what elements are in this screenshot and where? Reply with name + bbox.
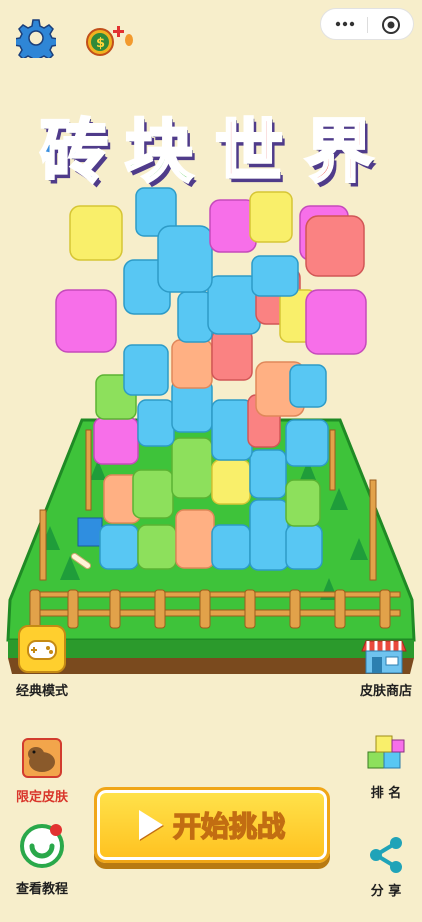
gear-icon (13, 19, 59, 65)
game-scene (6, 187, 416, 674)
coin-bonus-button[interactable]: $ (86, 24, 138, 58)
share-icon (370, 837, 402, 873)
close-circle-icon[interactable] (381, 15, 401, 35)
settings-button[interactable] (13, 18, 59, 65)
play-icon (138, 810, 163, 840)
classic-mode-label: 经典模式 (15, 684, 68, 699)
tutorial-label: 查看教程 (15, 882, 68, 897)
rank-blocks-icon (367, 735, 405, 769)
mini-program-capsule (320, 8, 414, 40)
capybara-icon (22, 738, 62, 778)
gamepad-icon (18, 625, 66, 673)
tutorial-icon (20, 824, 64, 868)
share-button[interactable] (366, 835, 406, 875)
rank-label: 排 名 (370, 786, 402, 801)
skin-shop-button[interactable] (360, 633, 408, 677)
start-challenge-label: 开始挑战 (172, 809, 286, 844)
limited-skin-label: 限定皮肤 (15, 790, 68, 805)
share-label: 分 享 (370, 884, 402, 899)
tutorial-button[interactable] (18, 820, 68, 870)
more-dots-icon[interactable] (335, 19, 355, 29)
shop-icon (361, 640, 407, 674)
coin-bonus-icon: $ (86, 26, 133, 56)
rank-button[interactable] (364, 732, 408, 776)
svg-text:$: $ (96, 36, 105, 51)
skin-shop-label: 皮肤商店 (359, 684, 412, 699)
capsule-divider (367, 17, 368, 33)
start-challenge-button[interactable]: 开始挑战 (94, 787, 330, 863)
limited-skin-button[interactable] (22, 738, 66, 782)
